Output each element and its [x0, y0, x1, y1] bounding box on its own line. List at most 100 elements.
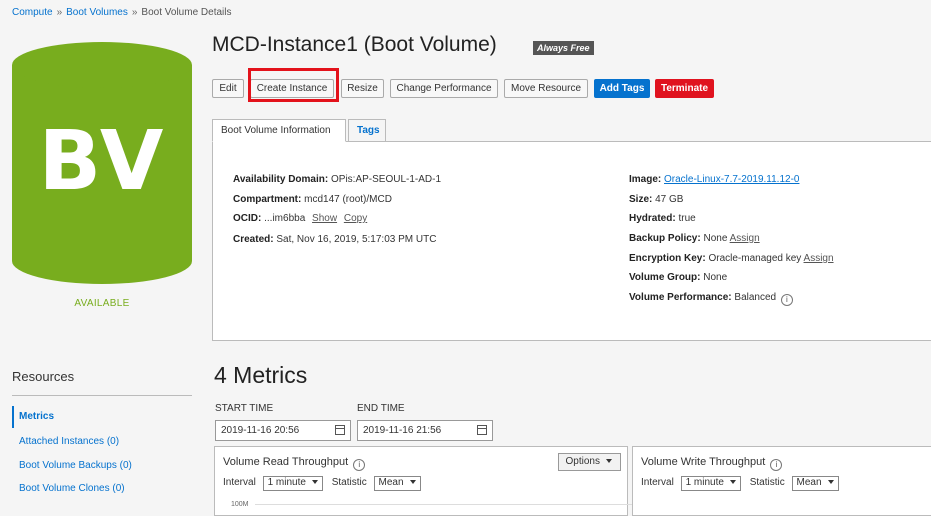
image-link[interactable]: Oracle-Linux-7.7-2019.11.12-0	[664, 174, 799, 185]
breadcrumb: Compute» Boot Volumes» Boot Volume Details	[12, 7, 231, 18]
image-label: Image:	[629, 174, 662, 185]
encryption-key-assign-link[interactable]: Assign	[804, 253, 834, 264]
statistic-value: Mean	[378, 477, 404, 488]
info-icon[interactable]: i	[780, 294, 793, 306]
add-tags-button[interactable]: Add Tags	[594, 79, 650, 98]
resize-button[interactable]: Resize	[341, 79, 384, 98]
hydrated-value: true	[678, 213, 696, 224]
chevron-down-icon	[729, 480, 736, 484]
chart-controls: Interval 1 minute Statistic Mean	[223, 476, 427, 491]
interval-value: 1 minute	[267, 477, 306, 488]
chart-title-text: Volume Read Throughput	[223, 456, 349, 468]
interval-value: 1 minute	[685, 477, 724, 488]
resource-item-boot-volume-clones[interactable]: Boot Volume Clones (0)	[12, 483, 192, 494]
page-title: MCD-Instance1 (Boot Volume)	[212, 33, 497, 56]
interval-select[interactable]: 1 minute	[680, 476, 741, 491]
backup-policy-label: Backup Policy:	[629, 233, 701, 244]
ocid-value: ...im6bba	[264, 213, 306, 224]
chart-gridline	[255, 504, 655, 505]
ocid-show-link[interactable]: Show	[312, 213, 337, 224]
encryption-key-value: Oracle-managed key	[708, 253, 802, 264]
encryption-key-label: Encryption Key:	[629, 253, 706, 264]
tab-tags[interactable]: Tags	[348, 119, 386, 142]
change-performance-button[interactable]: Change Performance	[390, 79, 498, 98]
availability-domain-field: Availability Domain: OPis:AP-SEOUL-1-AD-…	[233, 174, 441, 185]
chart-title: Volume Read Throughput i	[223, 456, 366, 471]
size-field: Size: 47 GB	[629, 194, 683, 205]
boot-volume-status-icon: BV	[12, 42, 192, 284]
volume-group-field: Volume Group: None	[629, 272, 727, 283]
breadcrumb-compute[interactable]: Compute	[12, 7, 53, 18]
size-label: Size:	[629, 194, 653, 205]
statistic-select[interactable]: Mean	[373, 476, 421, 491]
terminate-button[interactable]: Terminate	[655, 79, 714, 98]
chart-title: Volume Write Throughput i	[641, 456, 783, 471]
metrics-heading: 4 Metrics	[214, 362, 308, 388]
highlight-box	[248, 68, 339, 102]
statistic-label: Statistic	[749, 477, 785, 488]
chevron-down-icon	[409, 480, 416, 484]
start-time-label: START TIME	[215, 403, 274, 414]
compartment-value: mcd147 (root)/MCD	[304, 194, 392, 205]
created-field: Created: Sat, Nov 16, 2019, 5:17:03 PM U…	[233, 234, 436, 245]
chart-controls: Interval 1 minute Statistic Mean	[641, 476, 845, 491]
volume-group-label: Volume Group:	[629, 272, 701, 283]
info-icon[interactable]: i	[353, 459, 366, 471]
backup-policy-assign-link[interactable]: Assign	[730, 233, 760, 244]
options-label: Options	[565, 456, 600, 467]
boot-volume-info-panel: Availability Domain: OPis:AP-SEOUL-1-AD-…	[212, 141, 931, 341]
hydrated-field: Hydrated: true	[629, 213, 696, 224]
resource-item-boot-volume-backups[interactable]: Boot Volume Backups (0)	[12, 460, 192, 471]
compartment-label: Compartment:	[233, 194, 302, 205]
chevron-down-icon	[827, 480, 834, 484]
chevron-down-icon	[311, 480, 318, 484]
volume-write-throughput-chart: Volume Write Throughput i Interval 1 min…	[632, 446, 931, 516]
image-field: Image: Oracle-Linux-7.7-2019.11.12-0	[629, 174, 799, 185]
created-label: Created:	[233, 234, 274, 245]
volume-read-throughput-chart: Volume Read Throughput i Options Interva…	[214, 446, 655, 516]
end-time-label: END TIME	[357, 403, 405, 414]
volume-performance-label: Volume Performance:	[629, 292, 732, 303]
chevron-down-icon	[606, 459, 612, 463]
interval-label: Interval	[223, 477, 256, 488]
tab-boot-volume-information[interactable]: Boot Volume Information	[212, 119, 346, 142]
statistic-value: Mean	[796, 477, 822, 488]
lifecycle-state: AVAILABLE	[74, 298, 130, 309]
resources-divider	[12, 395, 192, 396]
resource-abbreviation: BV	[38, 114, 166, 209]
statistic-label: Statistic	[331, 477, 367, 488]
volume-performance-field: Volume Performance: Balanced i	[629, 292, 793, 306]
compartment-field: Compartment: mcd147 (root)/MCD	[233, 194, 392, 205]
resource-item-metrics[interactable]: Metrics	[12, 406, 192, 428]
chart-title-text: Volume Write Throughput	[641, 456, 766, 468]
breadcrumb-separator: »	[131, 7, 138, 18]
options-button[interactable]: Options	[557, 453, 621, 471]
encryption-key-field: Encryption Key: Oracle-managed key Assig…	[629, 253, 834, 264]
backup-policy-field: Backup Policy: None Assign	[629, 233, 760, 244]
hydrated-label: Hydrated:	[629, 213, 676, 224]
availability-domain-label: Availability Domain:	[233, 174, 329, 185]
move-resource-button[interactable]: Move Resource	[504, 79, 588, 98]
calendar-icon[interactable]	[477, 425, 487, 435]
calendar-icon[interactable]	[335, 425, 345, 435]
ocid-field: OCID: ...im6bba Show Copy	[233, 213, 367, 224]
edit-button[interactable]: Edit	[212, 79, 244, 98]
info-icon[interactable]: i	[770, 459, 783, 471]
interval-label: Interval	[641, 477, 674, 488]
statistic-select[interactable]: Mean	[791, 476, 839, 491]
start-time-input[interactable]: 2019-11-16 20:56	[215, 420, 351, 441]
end-time-value: 2019-11-16 21:56	[363, 425, 442, 436]
created-value: Sat, Nov 16, 2019, 5:17:03 PM UTC	[276, 234, 437, 245]
breadcrumb-boot-volumes[interactable]: Boot Volumes	[66, 7, 128, 18]
end-time-input[interactable]: 2019-11-16 21:56	[357, 420, 493, 441]
volume-performance-value: Balanced	[734, 292, 777, 303]
breadcrumb-current: Boot Volume Details	[141, 7, 232, 18]
resources-heading: Resources	[12, 369, 75, 384]
resource-item-attached-instances[interactable]: Attached Instances (0)	[12, 436, 192, 447]
size-value: 47 GB	[655, 194, 684, 205]
ocid-copy-link[interactable]: Copy	[344, 213, 367, 224]
interval-select[interactable]: 1 minute	[262, 476, 323, 491]
start-time-value: 2019-11-16 20:56	[221, 425, 300, 436]
breadcrumb-separator: »	[56, 7, 63, 18]
always-free-badge: Always Free	[533, 41, 594, 55]
